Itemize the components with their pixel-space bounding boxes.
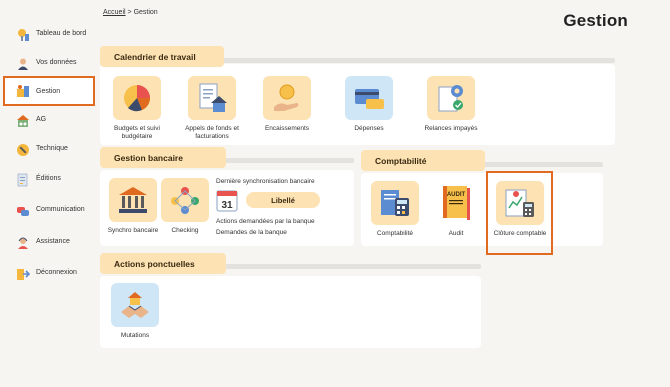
handshake-house-icon [111, 283, 159, 327]
tile-mutations[interactable]: Mutations [100, 283, 170, 340]
tile-label: Encaissements [264, 125, 310, 132]
tile-comptabilite[interactable]: Comptabilité [360, 181, 430, 238]
sync-actions-text: Actions demandées par la banque [216, 218, 315, 225]
sidebar-item-tableau-de-bord[interactable]: Tableau de bord [16, 28, 94, 52]
tile-label: Dépenses [354, 125, 384, 132]
management-icon [16, 84, 30, 98]
sync-block: Dernière synchronisation bancaire 31 Lib… [216, 178, 346, 236]
gear-check-icon [427, 76, 475, 120]
breadcrumb-current: Gestion [133, 9, 158, 16]
section-divider [222, 58, 615, 63]
libelle-button[interactable]: Libellé [246, 192, 320, 208]
network-icon [161, 178, 209, 222]
tile-budgets[interactable]: Budgets et suivi budgétaire [102, 76, 172, 140]
sidebar-item-label: Communication [36, 206, 85, 213]
pie-chart-icon [113, 76, 161, 120]
sidebar-item-technique[interactable]: Technique [16, 143, 94, 167]
sidebar-item-communication[interactable]: Communication [16, 204, 94, 228]
tile-label: Comptabilité [376, 230, 414, 237]
closing-report-icon [496, 181, 544, 225]
section-title-comptabilite: Comptabilité [361, 150, 485, 171]
sidebar-item-label: Gestion [36, 88, 61, 95]
audit-badge: AUDIT [447, 192, 466, 198]
dashboard-icon [16, 28, 30, 42]
sidebar-item-label: Assistance [36, 238, 70, 245]
section-divider [224, 158, 354, 163]
section-title-calendrier: Calendrier de travail [100, 46, 224, 67]
sync-title: Dernière synchronisation bancaire [216, 178, 315, 185]
tools-icon [16, 143, 30, 157]
tile-relances[interactable]: Relances impayés [416, 76, 486, 133]
sidebar-item-label: Déconnexion [36, 269, 77, 276]
breadcrumb: Accueil > Gestion [103, 9, 158, 16]
tile-label: Appels de fonds et facturations [185, 125, 239, 140]
calendar-icon: 31 [216, 188, 238, 212]
section-divider [224, 264, 481, 269]
sidebar-item-label: AG [36, 116, 47, 123]
tile-checking[interactable]: Checking [150, 178, 220, 235]
sidebar-item-label: Éditions [36, 175, 61, 182]
sidebar-item-label: Technique [36, 145, 68, 152]
card-payment-icon [345, 76, 393, 120]
tile-appels-de-fonds[interactable]: Appels de fonds et facturations [177, 76, 247, 140]
sidebar-item-ag[interactable]: AG [16, 114, 94, 138]
tile-depenses[interactable]: Dépenses [334, 76, 404, 133]
tile-label: Relances impayés [424, 125, 478, 132]
documents-icon [16, 173, 30, 187]
sidebar-item-assistance[interactable]: Assistance [16, 236, 94, 260]
tile-encaissements[interactable]: Encaissements [252, 76, 322, 133]
tile-label: Clôture comptable [493, 230, 547, 237]
tile-audit[interactable]: AUDIT Audit [421, 181, 491, 238]
tile-cloture-comptable[interactable]: Clôture comptable [485, 181, 555, 238]
chat-icon [16, 204, 30, 218]
section-title-bancaire: Gestion bancaire [100, 147, 226, 168]
sidebar-item-gestion[interactable]: Gestion [3, 76, 95, 106]
sidebar-item-editions[interactable]: Éditions [16, 173, 94, 197]
audit-book-icon: AUDIT [432, 181, 480, 225]
tile-label: Budgets et suivi budgétaire [114, 125, 160, 140]
page-title: Gestion [563, 11, 628, 30]
support-icon [16, 236, 30, 250]
calculator-book-icon [371, 181, 419, 225]
user-icon [16, 57, 30, 71]
meeting-icon [16, 114, 30, 128]
breadcrumb-home-link[interactable]: Accueil [103, 9, 126, 16]
sidebar-item-label: Vos données [36, 59, 77, 66]
sidebar-item-label: Tableau de bord [36, 30, 87, 37]
tile-label: Mutations [120, 332, 150, 339]
section-title-ponctuelles: Actions ponctuelles [100, 253, 226, 274]
calendar-day: 31 [221, 200, 233, 211]
breadcrumb-separator: > [127, 9, 132, 16]
sidebar-item-deconnexion[interactable]: Déconnexion [16, 267, 94, 291]
coin-hand-icon [263, 76, 311, 120]
invoice-house-icon [188, 76, 236, 120]
logout-icon [16, 267, 30, 281]
tile-label: Audit [448, 230, 464, 237]
sync-requests-link[interactable]: Demandes de la banque [216, 229, 287, 236]
sidebar: Tableau de bord Vos données Gestion AG T… [0, 0, 96, 387]
tile-label: Checking [171, 227, 199, 234]
section-divider [483, 162, 603, 167]
